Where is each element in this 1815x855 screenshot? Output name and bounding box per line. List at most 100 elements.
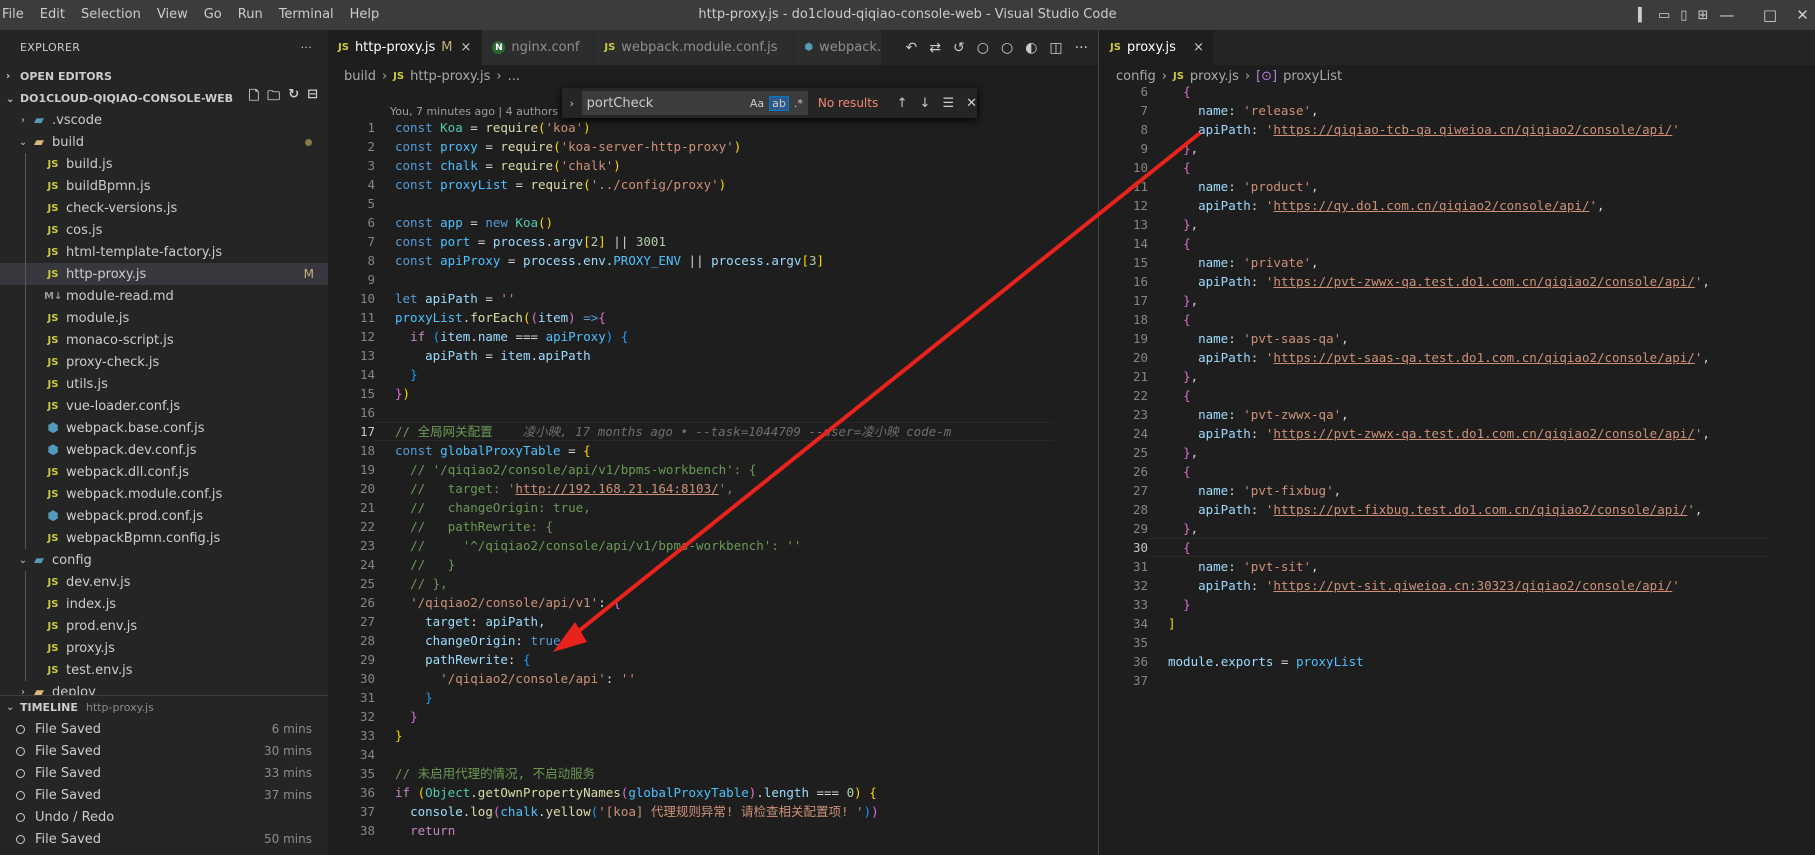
tree-file[interactable]: JS monaco-script.js [0,329,328,351]
timeline-item[interactable]: File Saved 37 mins [0,784,328,806]
code-line[interactable]: 7 name: 'release', [1100,101,1815,120]
code-line[interactable]: 21 // changeOrigin: true, [328,498,1098,517]
tree-file[interactable]: JS utils.js [0,373,328,395]
code-line[interactable]: 11 proxyList.forEach((item) =>{ [328,308,1098,327]
menu-file[interactable]: File [0,0,32,30]
compare-icon[interactable]: ⇄ [929,40,941,56]
code-line[interactable]: 4 const proxyList = require('../config/pr… [328,175,1098,194]
code-line[interactable]: 16 apiPath: 'https://pvt-zwwx-qa.test.do… [1100,272,1815,291]
code-line[interactable]: 1 const Koa = require('koa') [328,118,1098,137]
collapse-all-icon[interactable]: ⊟ [307,87,318,109]
toggle-blame-icon[interactable]: ◐ [1025,40,1037,56]
tree-file[interactable]: JS check-versions.js [0,197,328,219]
tree-file[interactable]: JS vue-loader.conf.js [0,395,328,417]
menu-help[interactable]: Help [342,0,388,30]
tree-file[interactable]: JS prod.env.js [0,615,328,637]
toggle-replace-icon[interactable]: › [562,97,582,110]
tree-file[interactable]: JS cos.js [0,219,328,241]
tree-file[interactable]: JS dev.env.js [0,571,328,593]
next-change-icon[interactable]: ○ [1001,40,1013,56]
code-line[interactable]: 33} [328,726,1098,745]
minimap[interactable] [1780,116,1810,196]
go-back-icon[interactable]: ↺ [953,40,965,56]
code-line[interactable]: 23 // '^/qiqiao2/console/api/v1/bpms-wor… [328,536,1098,555]
close-tab-icon[interactable]: × [460,40,471,55]
tree-file[interactable]: ⬢ webpack.prod.conf.js [0,505,328,527]
menu-view[interactable]: View [149,0,196,30]
code-line[interactable]: 26 { [1100,462,1815,481]
code-line[interactable]: 10 { [1100,158,1815,177]
timeline-header[interactable]: ⌄ TIMELINE http-proxy.js [0,696,328,718]
timeline-item[interactable]: Undo / Redo [0,806,328,828]
close-find-icon[interactable]: ✕ [966,96,977,111]
code-line[interactable]: 36 module.exports = proxyList [1100,652,1815,671]
minimize-button[interactable]: — [1707,0,1747,30]
code-line[interactable]: 20 // target: 'http://192.168.21.164:810… [328,479,1098,498]
code-line[interactable]: 29 }, [1100,519,1815,538]
new-folder-icon[interactable]: 🗀 [267,87,280,109]
code-line[interactable]: 20 apiPath: 'https://pvt-saas-qa.test.do… [1100,348,1815,367]
code-line[interactable]: 30 '/qiqiao2/console/api': '' [328,669,1098,688]
menu-edit[interactable]: Edit [32,0,73,30]
timeline-item[interactable]: File Saved 50 mins [0,828,328,850]
find-input[interactable]: portCheck Aa ab .* [581,91,808,115]
code-line[interactable]: 12 if (item.name === apiProxy) { [328,327,1098,346]
code-line[interactable]: 22 // pathRewrite: { [328,517,1098,536]
tree-file[interactable]: M↓ module-read.md [0,285,328,307]
code-line[interactable]: 16 [328,403,1098,422]
toggle-sidebar-icon[interactable]: ▍ [1638,8,1648,23]
code-line[interactable]: 9 }, [1100,139,1815,158]
code-line[interactable]: 31 } [328,688,1098,707]
code-line[interactable]: 33 } [1100,595,1815,614]
close-tab-icon[interactable]: × [1193,40,1204,55]
tree-file[interactable]: JS proxy.js [0,637,328,659]
tree-folder[interactable]: ⌄ ▰ build [0,131,328,153]
code-line[interactable]: 36 if (Object.getOwnPropertyNames(globalP… [328,783,1098,802]
code-line[interactable]: 35 // 未启用代理的情况, 不启动服务 [328,764,1098,783]
timeline-item[interactable]: File Saved 30 mins [0,740,328,762]
code-line[interactable]: 32 } [328,707,1098,726]
code-line[interactable]: 13 }, [1100,215,1815,234]
code-line[interactable]: 18 const globalProxyTable = { [328,441,1098,460]
code-line[interactable]: 35 [1100,633,1815,652]
maximize-button[interactable]: □ [1750,0,1790,30]
breadcrumb-folder[interactable]: build [344,69,376,84]
timeline-item[interactable]: File Saved 33 mins [0,762,328,784]
code-line[interactable]: 7 const port = process.argv[2] || 3001 [328,232,1098,251]
code-line[interactable]: 17 }, [1100,291,1815,310]
breadcrumb-file[interactable]: http-proxy.js [410,69,490,84]
previous-match-icon[interactable]: ↑ [897,96,908,111]
code-line[interactable]: 25 }, [1100,443,1815,462]
code-line[interactable]: 24 // } [328,555,1098,574]
menu-go[interactable]: Go [196,0,230,30]
menu-run[interactable]: Run [230,0,271,30]
new-file-icon[interactable]: 🗋 [249,87,259,109]
more-actions-icon[interactable]: ··· [301,41,312,54]
timeline-item[interactable]: File Saved 6 mins [0,718,328,740]
code-line[interactable]: 38 return [328,821,1098,840]
code-line[interactable]: 19 name: 'pvt-saas-qa', [1100,329,1815,348]
more-actions-icon[interactable]: ··· [1075,40,1088,56]
find-in-selection-icon[interactable]: ☰ [942,96,954,111]
code-line[interactable]: 11 name: 'product', [1100,177,1815,196]
tree-file[interactable]: JS webpack.dll.conf.js [0,461,328,483]
code-line[interactable]: 27 name: 'pvt-fixbug', [1100,481,1815,500]
code-line[interactable]: 37 console.log(chalk.yellow('[koa] 代理规则异… [328,802,1098,821]
tree-file[interactable]: ⬢ webpack.base.conf.js [0,417,328,439]
match-whole-word-toggle[interactable]: ab [769,95,789,111]
code-line[interactable]: 32 apiPath: 'https://pvt-sit.qiweioa.cn:… [1100,576,1815,595]
code-line[interactable]: 34] [1100,614,1815,633]
code-line[interactable]: 29 pathRewrite: { [328,650,1098,669]
tree-folder[interactable]: ⌄ ▰ config [0,549,328,571]
code-line[interactable]: 14 { [1100,234,1815,253]
tree-file[interactable]: JS index.js [0,593,328,615]
code-line[interactable]: 27 target: apiPath, [328,612,1098,631]
regex-toggle[interactable]: .* [794,97,803,110]
tree-folder[interactable]: › ▰ .vscode [0,109,328,131]
code-line[interactable]: 34 [328,745,1098,764]
code-line[interactable]: 12 apiPath: 'https://qy.do1.com.cn/qiqia… [1100,196,1815,215]
code-line[interactable]: 30 { [1100,538,1815,557]
code-line[interactable]: 25 // }, [328,574,1098,593]
code-line[interactable]: 24 apiPath: 'https://pvt-zwwx-qa.test.do… [1100,424,1815,443]
tree-file[interactable]: JS webpack.module.conf.js [0,483,328,505]
